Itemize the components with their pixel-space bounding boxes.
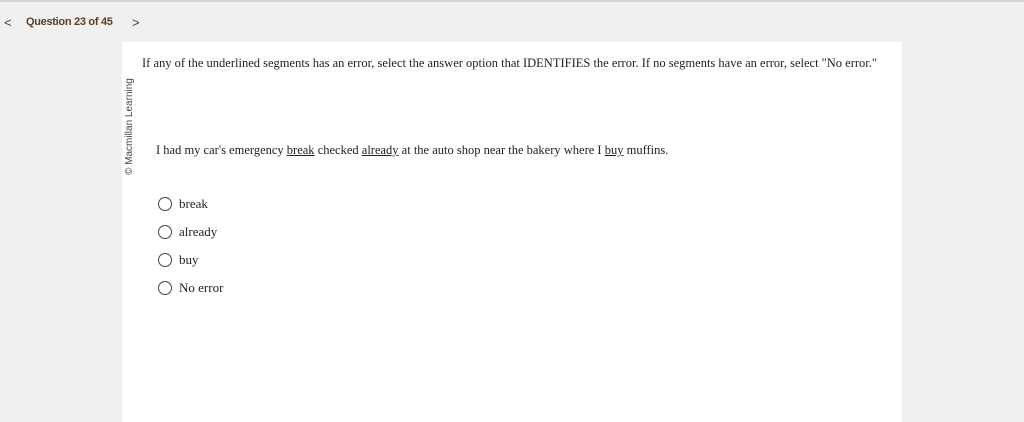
radio-button[interactable] bbox=[158, 281, 172, 295]
sentence-text: at the auto shop near the bakery where I bbox=[398, 143, 605, 157]
option-label: break bbox=[179, 196, 208, 211]
chevron-right-icon[interactable]: > bbox=[132, 15, 140, 30]
option-label: buy bbox=[179, 252, 199, 267]
copyright-watermark: © Macmillan Learning bbox=[124, 78, 135, 175]
chevron-left-icon[interactable]: < bbox=[4, 15, 12, 30]
instructions: If any of the underlined segments has an… bbox=[142, 56, 877, 70]
option-break[interactable]: break bbox=[158, 190, 223, 218]
option-label: No error bbox=[179, 280, 224, 295]
option-no-error[interactable]: No error bbox=[158, 274, 223, 302]
underlined-segment: already bbox=[361, 143, 399, 157]
option-buy[interactable]: buy bbox=[158, 246, 223, 274]
option-already[interactable]: already bbox=[158, 218, 223, 246]
question-card bbox=[122, 42, 902, 422]
radio-button[interactable] bbox=[158, 197, 172, 211]
radio-button[interactable] bbox=[158, 253, 172, 267]
radio-button[interactable] bbox=[158, 225, 172, 239]
question-counter: Question 23 of 45 bbox=[26, 16, 113, 28]
question-sentence: I had my car's emergency break checked a… bbox=[156, 143, 668, 158]
sentence-text: I had my car's emergency bbox=[156, 143, 287, 157]
underlined-segment: buy bbox=[604, 143, 624, 157]
underlined-segment: break bbox=[286, 143, 315, 157]
answer-options: break already buy No error bbox=[158, 190, 223, 302]
top-divider bbox=[0, 0, 1024, 2]
option-label: already bbox=[179, 224, 218, 239]
sentence-text: muffins. bbox=[623, 143, 669, 157]
sentence-text: checked bbox=[314, 143, 362, 157]
